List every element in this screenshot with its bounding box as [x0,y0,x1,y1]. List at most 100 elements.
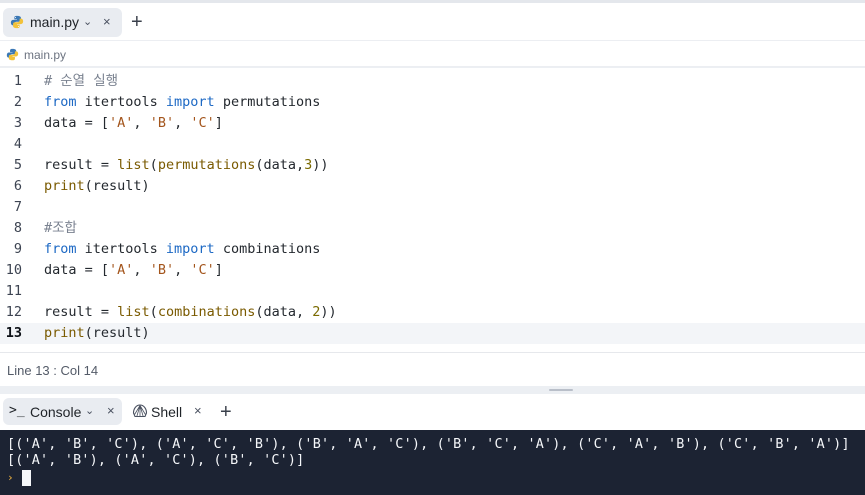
chevron-down-icon[interactable]: ⌄ [85,404,94,417]
code-token: from [44,241,77,257]
code-line[interactable]: 5 result = list(permutations(data,3)) [0,155,865,176]
tab-console[interactable]: >_ Console ⌄ × [3,398,122,425]
code-line[interactable]: 12 result = list(combinations(data, 2)) [0,302,865,323]
code-line[interactable]: 2 from itertools import permutations [0,92,865,113]
code-token: data = [ [44,262,110,278]
line-number: 7 [13,199,22,215]
close-icon[interactable]: × [103,14,111,29]
code-token: 'C' [190,262,215,278]
code-line[interactable]: 6 print(result) [0,176,865,197]
close-icon[interactable]: × [107,403,115,418]
code-text: # 순열 실행 [44,71,118,92]
code-token: permutations [214,94,321,110]
python-icon [6,48,19,61]
code-token: combinations [157,304,256,320]
code-line[interactable]: 1 # 순열 실행 [0,71,865,92]
line-number: 11 [5,283,22,299]
line-number: 9 [13,241,22,257]
tab-main-py[interactable]: main.py ⌄ × [3,8,122,37]
code-text: print(result) [44,323,150,344]
console-line: [('A', 'B'), ('A', 'C'), ('B', 'C')] [7,453,305,468]
python-icon [10,15,24,29]
tab-label: Console [30,404,82,420]
line-number: 10 [5,262,22,278]
code-token: , [174,115,191,131]
code-text: from itertools import permutations [44,92,320,113]
text-cursor [22,470,31,486]
code-token: from [44,94,77,110]
code-token: ] [214,115,223,131]
add-panel-tab-button[interactable]: + [220,402,232,422]
code-line[interactable]: 10 data = ['A', 'B', 'C'] [0,260,865,281]
code-token: 'B' [149,115,175,131]
code-text: print(result) [44,176,150,197]
code-token: # 순열 실행 [44,73,119,89]
tab-shell[interactable]: Shell × [128,398,214,425]
code-token: (data, [255,304,313,320]
code-token: result = [44,157,118,173]
terminal-prompt-icon: >_ [9,403,25,418]
code-token: #조합 [44,220,77,236]
code-token: print [44,178,85,194]
add-tab-button[interactable]: + [131,12,143,32]
drag-handle[interactable] [549,389,573,391]
code-token: permutations [157,157,256,173]
code-token: print [44,325,85,341]
line-number: 13 [5,325,22,341]
editor-tab-strip: main.py ⌄ × + [0,0,865,40]
code-text: result = list(combinations(data, 2)) [44,302,337,323]
code-token: ] [214,262,223,278]
code-token: )) [312,157,329,173]
line-number: 4 [13,136,22,152]
code-line[interactable]: 9 from itertools import combinations [0,239,865,260]
code-token: 'A' [109,115,134,131]
code-token: , [133,262,150,278]
code-token: 'B' [149,262,175,278]
code-line[interactable]: 11 [0,281,865,302]
code-token: data = [ [44,115,110,131]
code-token: import [165,241,215,257]
code-line[interactable]: 8 #조합 [0,218,865,239]
code-token: (result) [84,325,150,341]
console-output[interactable]: [('A', 'B', 'C'), ('A', 'C', 'B'), ('B',… [0,430,865,495]
code-token: 'A' [109,262,134,278]
code-token: , [174,262,191,278]
code-token: ( [149,157,158,173]
line-number: 2 [13,94,22,110]
line-number: 6 [13,178,22,194]
code-token: , [133,115,150,131]
code-editor[interactable]: 1 # 순열 실행 2 from itertools import permutati… [0,68,865,352]
chevron-down-icon[interactable]: ⌄ [83,15,92,28]
tab-label: main.py [30,14,80,30]
code-token: ( [149,304,158,320]
status-bar: Line 13 : Col 14 [0,352,865,386]
shell-icon [132,404,148,418]
code-text: data = ['A', 'B', 'C'] [44,113,223,134]
line-number: 5 [13,157,22,173]
line-number: 12 [5,304,22,320]
code-token: import [165,94,215,110]
breadcrumb-file[interactable]: main.py [24,48,66,62]
panel-splitter[interactable] [0,386,865,394]
code-token: itertools [76,94,166,110]
console-line: [('A', 'B', 'C'), ('A', 'C', 'B'), ('B',… [7,437,850,452]
code-text: #조합 [44,218,77,239]
code-token: (data, [255,157,305,173]
code-line[interactable]: 7 [0,197,865,218]
code-token: 'C' [190,115,215,131]
code-token: itertools [76,241,166,257]
code-line[interactable]: 13 print(result) [0,323,865,344]
prompt-icon: › [7,471,14,484]
code-text: data = ['A', 'B', 'C'] [44,260,223,281]
code-text: from itertools import combinations [44,239,320,260]
code-line[interactable]: 4 [0,134,865,155]
close-icon[interactable]: × [194,403,202,418]
code-token: list [117,304,150,320]
code-line[interactable]: 3 data = ['A', 'B', 'C'] [0,113,865,134]
cursor-position[interactable]: Line 13 : Col 14 [7,363,98,378]
line-number: 8 [13,220,22,236]
code-token: combinations [214,241,321,257]
breadcrumb: main.py [0,40,865,67]
code-token: )) [320,304,337,320]
code-text: result = list(permutations(data,3)) [44,155,329,176]
